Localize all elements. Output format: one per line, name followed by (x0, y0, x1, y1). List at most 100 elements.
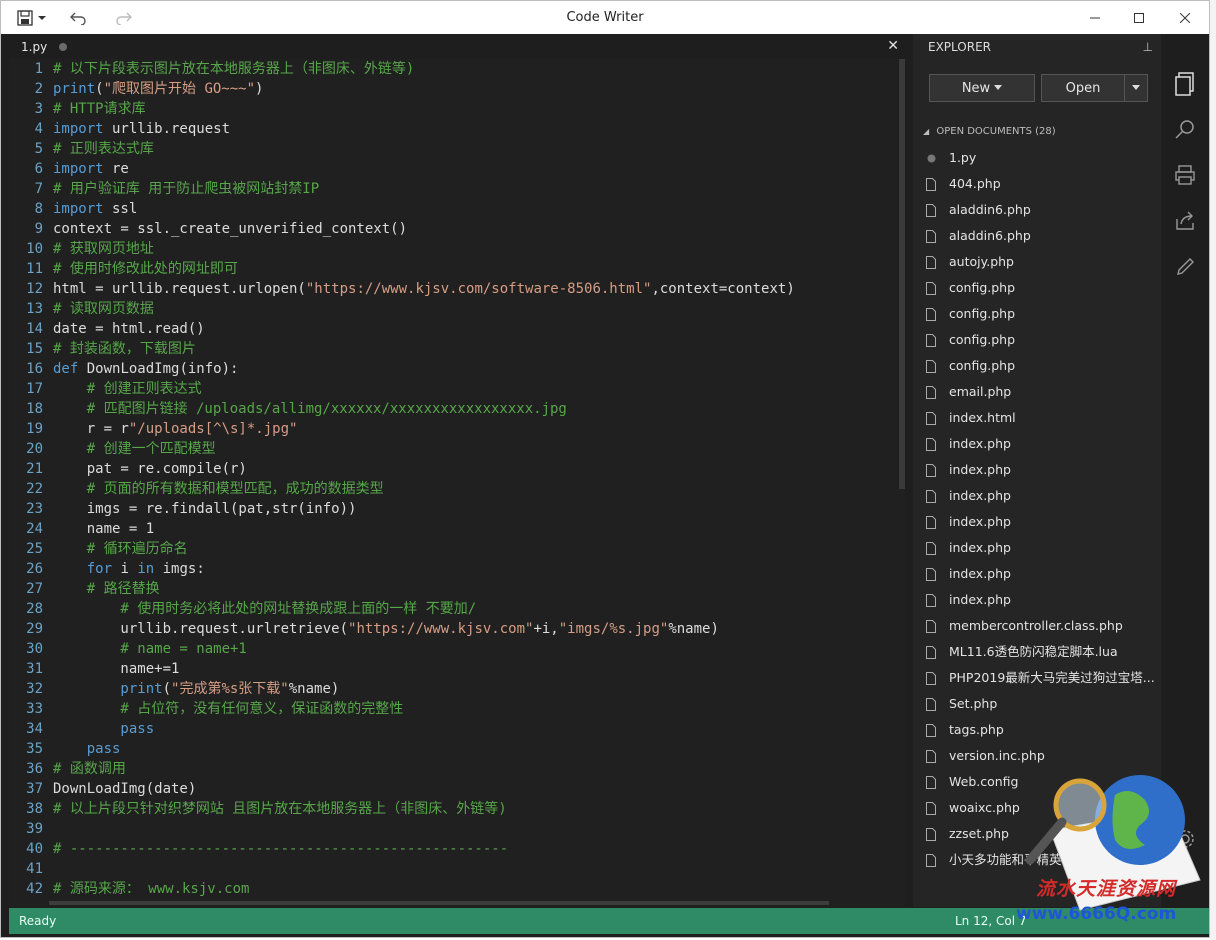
file-item[interactable]: tags.php (913, 717, 1161, 743)
undo-button[interactable] (63, 1, 93, 34)
code-line[interactable]: 10 # 获取网页地址 (9, 239, 154, 259)
code-token: # 路径替换 (53, 581, 160, 597)
code-line[interactable]: 1 # 以下片段表示图片放在本地服务器上（非图床、外链等) (9, 59, 415, 79)
file-item[interactable]: index.php (913, 587, 1161, 613)
code-line[interactable]: 12 html = urllib.request.urlopen("https:/… (9, 279, 795, 299)
file-item[interactable]: config.php (913, 353, 1161, 379)
share-rail-button[interactable] (1161, 210, 1209, 232)
file-name: membercontroller.class.php (949, 618, 1123, 633)
code-line[interactable]: 20 # 创建一个匹配模型 (9, 439, 215, 459)
code-line[interactable]: 2 print("爬取图片开始 GO~~~") (9, 79, 264, 99)
code-line[interactable]: 7 # 用户验证库 用于防止爬虫被网站封禁IP (9, 179, 320, 199)
code-token: # name = name+1 (53, 641, 247, 657)
horizontal-scrollbar[interactable] (49, 901, 829, 905)
code-line[interactable]: 34 pass (9, 719, 154, 739)
file-item[interactable]: index.php (913, 509, 1161, 535)
tab-1-py[interactable]: 1.py (9, 34, 79, 59)
file-item[interactable]: 404.php (913, 171, 1161, 197)
open-button[interactable]: Open (1041, 74, 1125, 102)
code-line[interactable]: 33 # 占位符，没有任何意义，保证函数的完整性 (9, 699, 403, 719)
edit-rail-button[interactable] (1161, 256, 1209, 278)
file-item[interactable]: index.php (913, 535, 1161, 561)
code-token: html = urllib.request.urlopen( (53, 281, 306, 297)
search-rail-button[interactable] (1161, 118, 1209, 140)
code-line[interactable]: 19 r = r"/uploads[^\s]*.jpg" (9, 419, 297, 439)
file-name: woaixc.php (949, 800, 1020, 815)
code-line[interactable]: 28 # 使用时务必将此处的网址替换成跟上面的一样 不要加/ (9, 599, 476, 619)
code-editor[interactable]: 1 # 以下片段表示图片放在本地服务器上（非图床、外链等) 2 print("爬取图片… (9, 59, 905, 907)
code-line[interactable]: 6 import re (9, 159, 129, 179)
code-line[interactable]: 30 # name = name+1 (9, 639, 247, 659)
code-line[interactable]: 18 # 匹配图片链接 /uploads/allimg/xxxxxx/xxxxx… (9, 399, 567, 419)
code-line[interactable]: 40 # ------------------------------------… (9, 839, 508, 859)
close-window-button[interactable] (1163, 1, 1207, 34)
code-line[interactable]: 38 # 以上片段只针对织梦网站 且图片放在本地服务器上（非图床、外链等) (9, 799, 507, 819)
file-item[interactable]: 1.py (913, 145, 1161, 171)
file-item[interactable]: index.php (913, 561, 1161, 587)
code-line[interactable]: 16 def DownLoadImg(info): (9, 359, 238, 379)
code-line[interactable]: 11 # 使用时修改此处的网址即可 (9, 259, 238, 279)
maximize-button[interactable] (1117, 1, 1161, 34)
code-line[interactable]: 24 name = 1 (9, 519, 154, 539)
code-line[interactable]: 26 for i in imgs: (9, 559, 205, 579)
watermark-text: 流水天涯资源网 (1036, 878, 1177, 900)
file-item[interactable]: config.php (913, 327, 1161, 353)
code-token: imgs = re.findall(pat,str(info)) (53, 501, 357, 517)
code-line[interactable]: 37 DownLoadImg(date) (9, 779, 196, 799)
pin-icon[interactable]: ⊥ (1143, 34, 1153, 60)
code-line[interactable]: 32 print("完成第%s张下载"%name) (9, 679, 339, 699)
file-item[interactable]: email.php (913, 379, 1161, 405)
code-line[interactable]: 42 # 源码来源： www.ksjv.com (9, 879, 249, 899)
file-item[interactable]: PHP2019最新大马完美过狗过宝塔... (913, 665, 1161, 691)
close-tab-button[interactable]: ✕ (887, 34, 899, 59)
code-line[interactable]: 15 # 封装函数，下载图片 (9, 339, 196, 359)
open-documents-header[interactable]: ◢ OPEN DOCUMENTS (28) (913, 120, 1161, 144)
code-line[interactable]: 3 # HTTP请求库 (9, 99, 146, 119)
redo-button[interactable] (109, 1, 139, 34)
file-item[interactable]: index.php (913, 431, 1161, 457)
print-rail-button[interactable] (1161, 164, 1209, 186)
new-button[interactable]: New (929, 74, 1035, 102)
code-line[interactable]: 23 imgs = re.findall(pat,str(info)) (9, 499, 356, 519)
file-item[interactable]: aladdin6.php (913, 197, 1161, 223)
vertical-scrollbar[interactable] (899, 59, 905, 489)
code-line[interactable]: 8 import ssl (9, 199, 138, 219)
file-item[interactable]: ML11.6透色防闪稳定脚本.lua (913, 639, 1161, 665)
file-item[interactable]: index.html (913, 405, 1161, 431)
file-item[interactable]: config.php (913, 275, 1161, 301)
code-line[interactable]: 17 # 创建正则表达式 (9, 379, 201, 399)
documents-rail-button[interactable] (1161, 72, 1209, 96)
code-line[interactable]: 14 date = html.read() (9, 319, 205, 339)
code-line[interactable]: 22 # 页面的所有数据和模型匹配，成功的数据类型 (9, 479, 383, 499)
code-line[interactable]: 25 # 循环遍历命名 (9, 539, 187, 559)
code-line[interactable]: 5 # 正则表达式库 (9, 139, 154, 159)
code-line[interactable]: 41 (9, 859, 53, 879)
line-number: 2 (34, 81, 43, 97)
file-item[interactable]: membercontroller.class.php (913, 613, 1161, 639)
file-item[interactable]: autojy.php (913, 249, 1161, 275)
file-item[interactable]: index.php (913, 457, 1161, 483)
line-number: 3 (34, 101, 43, 117)
code-token: name+=1 (53, 661, 180, 677)
file-item[interactable]: config.php (913, 301, 1161, 327)
file-item[interactable]: index.php (913, 483, 1161, 509)
line-number: 21 (26, 461, 43, 477)
file-item[interactable]: Set.php (913, 691, 1161, 717)
printer-icon (1175, 165, 1195, 185)
code-line[interactable]: 4 import urllib.request (9, 119, 230, 139)
minimize-button[interactable] (1073, 1, 1117, 34)
code-line[interactable]: 13 # 读取网页数据 (9, 299, 154, 319)
code-line[interactable]: 29 urllib.request.urlretrieve("https://w… (9, 619, 719, 639)
code-line[interactable]: 35 pass (9, 739, 120, 759)
code-line[interactable]: 31 name+=1 (9, 659, 179, 679)
code-line[interactable]: 9 context = ssl._create_unverified_contex… (9, 219, 407, 239)
file-name: index.php (949, 488, 1011, 503)
code-line[interactable]: 27 # 路径替换 (9, 579, 160, 599)
code-line[interactable]: 36 # 函数调用 (9, 759, 126, 779)
code-line[interactable]: 39 (9, 819, 53, 839)
code-token: pass (53, 741, 121, 757)
open-dropdown-button[interactable] (1124, 74, 1148, 102)
save-menu-button[interactable] (11, 1, 51, 34)
file-item[interactable]: aladdin6.php (913, 223, 1161, 249)
code-line[interactable]: 21 pat = re.compile(r) (9, 459, 247, 479)
